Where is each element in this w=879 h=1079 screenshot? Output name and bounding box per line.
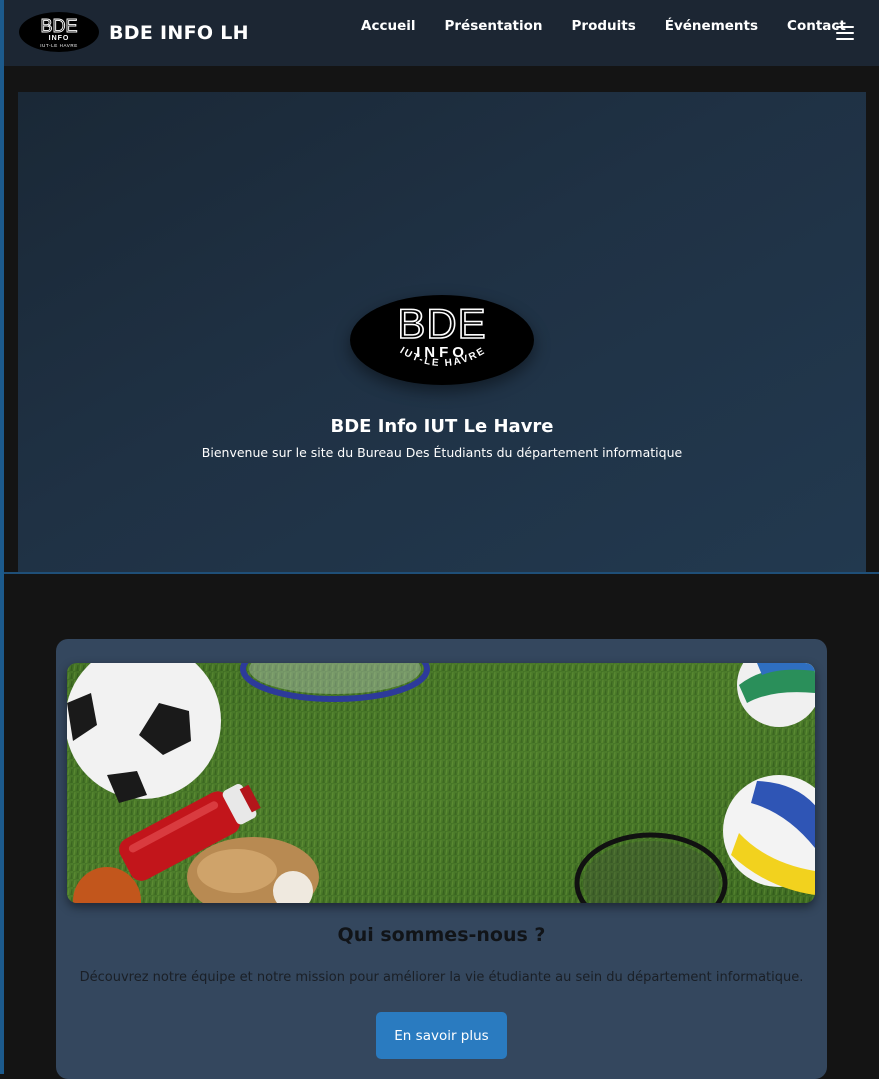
nav-logo-line3: IUT-LE HAVRE — [40, 43, 78, 48]
hero-logo: BDE INFO IUT-LE HAVRE — [349, 294, 535, 390]
hamburger-menu-icon[interactable] — [836, 26, 854, 40]
nav-logo-line1: BDE — [40, 16, 77, 36]
nav-links: Accueil Présentation Produits Événements… — [361, 18, 875, 34]
section-divider — [4, 572, 879, 574]
nav-link-presentation[interactable]: Présentation — [444, 18, 542, 34]
nav-link-produits[interactable]: Produits — [572, 18, 636, 34]
hero-title: BDE Info IUT Le Havre — [330, 416, 554, 437]
nav-link-accueil[interactable]: Accueil — [361, 18, 415, 34]
nav-link-evenements[interactable]: Événements — [665, 18, 758, 34]
card-description: Découvrez notre équipe et notre mission … — [79, 970, 804, 985]
sports-equipment-on-grass-image — [67, 663, 815, 903]
hero-section: BDE INFO IUT-LE HAVRE BDE Info IUT Le Ha… — [18, 92, 866, 572]
bde-logo-icon: BDE INFO IUT-LE HAVRE — [19, 12, 99, 52]
nav-logo-line2: INFO — [49, 35, 70, 42]
sports-image-illustration — [67, 663, 815, 903]
nav-logo[interactable]: BDE INFO IUT-LE HAVRE — [18, 11, 100, 57]
hero-logo-line1: BDE — [397, 300, 486, 347]
navbar: BDE INFO IUT-LE HAVRE BDE INFO LH Accuei… — [4, 0, 879, 66]
brand-name[interactable]: BDE INFO LH — [109, 22, 249, 44]
card-title: Qui sommes-nous ? — [337, 924, 546, 946]
about-card: Qui sommes-nous ? Découvrez notre équipe… — [56, 639, 827, 1079]
hero-subtitle: Bienvenue sur le site du Bureau Des Étud… — [201, 445, 683, 460]
bde-logo-icon: BDE INFO IUT-LE HAVRE — [350, 295, 534, 385]
learn-more-button[interactable]: En savoir plus — [376, 1012, 507, 1059]
